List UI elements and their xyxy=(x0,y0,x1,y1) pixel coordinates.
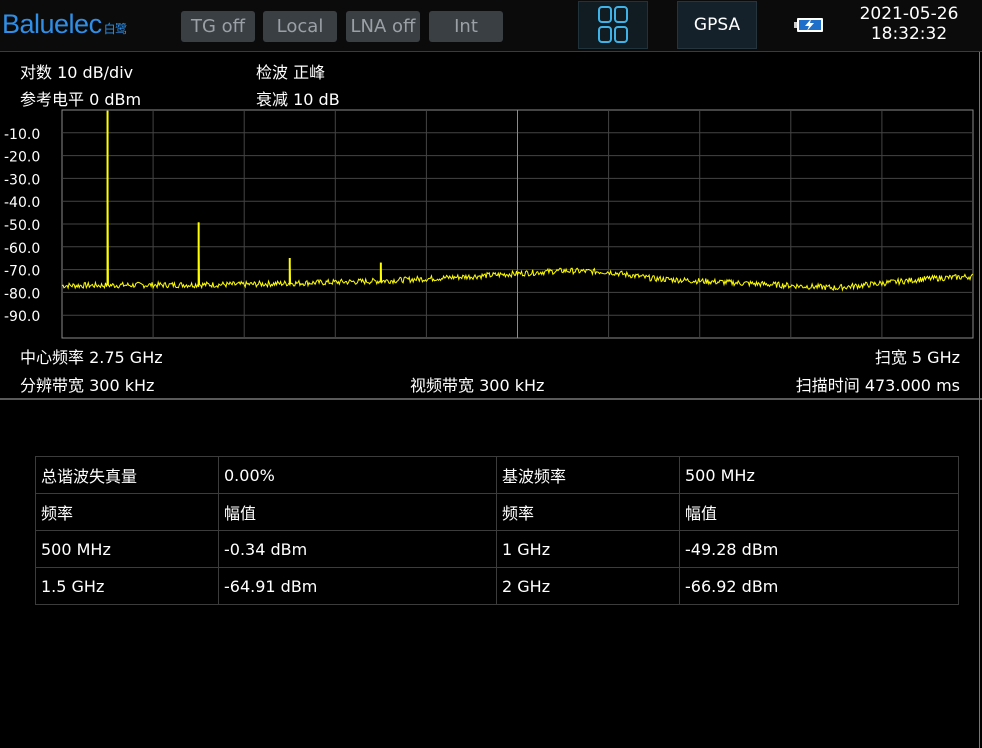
right-edge-line-lower xyxy=(979,400,980,748)
mode-button[interactable]: GPSA xyxy=(677,1,757,49)
span-label: 扫宽 5 GHz xyxy=(874,348,960,367)
local-remote-button[interactable]: Local xyxy=(263,11,337,42)
reference-source-button[interactable]: Int xyxy=(429,11,503,42)
table-cell: -66.92 dBm xyxy=(679,567,959,605)
y-tick-label: -20.0 xyxy=(4,150,40,166)
sweep-time-label: 扫描时间 473.000 ms xyxy=(795,376,960,395)
time-text: 18:32:32 xyxy=(870,24,948,44)
right-edge-line xyxy=(979,52,980,400)
table-cell: -0.34 dBm xyxy=(218,530,497,568)
lna-toggle-button[interactable]: LNA off xyxy=(346,11,420,42)
y-tick-label: -60.0 xyxy=(4,241,40,257)
table-cell: 1.5 GHz xyxy=(35,567,219,605)
datetime: 2021-05-26 18:32:32 xyxy=(850,4,968,44)
table-cell: 1 GHz xyxy=(496,530,680,568)
fundamental-label-cell: 基波频率 xyxy=(496,456,680,494)
table-row: 总谐波失真量 0.00% 基波频率 500 MHz xyxy=(35,456,959,494)
table-header-cell: 频率 xyxy=(496,493,680,531)
scale-label: 对数 10 dB/div xyxy=(20,63,134,82)
fundamental-value-cell: 500 MHz xyxy=(679,456,959,494)
ref-level-label: 参考电平 0 dBm xyxy=(20,90,142,109)
panel-divider xyxy=(0,398,982,400)
battery-charging-icon xyxy=(794,18,823,32)
center-freq-label: 中心频率 2.75 GHz xyxy=(20,348,163,367)
y-tick-label: -90.0 xyxy=(4,309,40,325)
y-tick-label: -50.0 xyxy=(4,218,40,234)
y-tick-label: -10.0 xyxy=(4,127,40,143)
table-header-cell: 幅值 xyxy=(679,493,959,531)
brand-name: Baluelec xyxy=(2,9,102,39)
grid-2x2-icon xyxy=(598,6,628,43)
table-row: 500 MHz -0.34 dBm 1 GHz -49.28 dBm xyxy=(35,530,959,568)
table-header-cell: 频率 xyxy=(35,493,219,531)
table-cell: 2 GHz xyxy=(496,567,680,605)
table-header-cell: 幅值 xyxy=(218,493,497,531)
table-row: 1.5 GHz -64.91 dBm 2 GHz -66.92 dBm xyxy=(35,567,959,605)
table-cell: -64.91 dBm xyxy=(218,567,497,605)
detector-label: 检波 正峰 xyxy=(256,63,326,82)
vbw-label: 视频带宽 300 kHz xyxy=(410,376,545,395)
table-cell: 500 MHz xyxy=(35,530,219,568)
spectrum-plot[interactable]: -10.0 -20.0 -30.0 -40.0 -50.0 -60.0 -70.0 -80.0… xyxy=(0,108,982,340)
thd-label-cell: 总谐波失真量 xyxy=(35,456,219,494)
y-tick-label: -30.0 xyxy=(4,172,40,188)
date-text: 2021-05-26 xyxy=(859,4,959,24)
rbw-label: 分辨带宽 300 kHz xyxy=(20,376,155,395)
attenuation-label: 衰减 10 dB xyxy=(256,90,340,109)
top-bar: Baluelec 白鹭 TG off Local LNA off Int GPSA… xyxy=(0,0,982,52)
y-tick-label: -70.0 xyxy=(4,264,40,280)
top-rule xyxy=(0,51,982,52)
y-tick-label: -40.0 xyxy=(4,195,40,211)
table-cell: -49.28 dBm xyxy=(679,530,959,568)
thd-value-cell: 0.00% xyxy=(218,456,497,494)
table-row: 频率 幅值 频率 幅值 xyxy=(35,493,959,531)
y-tick-label: -80.0 xyxy=(4,286,40,302)
layout-button[interactable] xyxy=(578,1,648,49)
harmonics-table: 总谐波失真量 0.00% 基波频率 500 MHz 频率 幅值 频率 幅值 50… xyxy=(35,456,959,605)
tg-toggle-button[interactable]: TG off xyxy=(181,11,255,42)
brand-logo: Baluelec 白鹭 xyxy=(2,9,127,40)
brand-sub: 白鹭 xyxy=(103,22,128,36)
